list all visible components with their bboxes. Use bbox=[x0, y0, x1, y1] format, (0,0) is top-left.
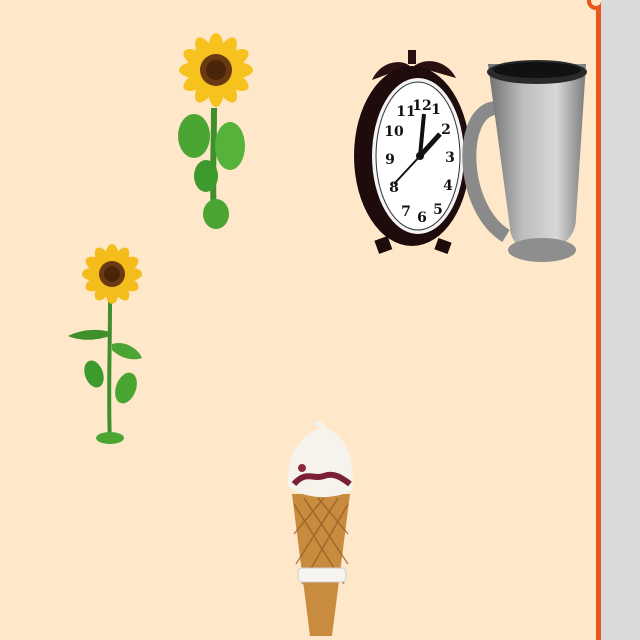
clock-numeral: 9 bbox=[385, 152, 395, 168]
clock-numeral: 11 bbox=[396, 104, 415, 120]
clock-numeral: 1 bbox=[431, 102, 441, 118]
clock-numeral: 2 bbox=[441, 122, 451, 138]
alarm-clock-icon[interactable]: 12 1 2 3 4 5 6 7 8 9 10 11 bbox=[352, 44, 472, 258]
clock-numeral: 5 bbox=[433, 202, 443, 218]
clock-numeral: 4 bbox=[443, 178, 453, 194]
clock-numeral: 7 bbox=[401, 204, 411, 220]
clock-numeral: 3 bbox=[445, 150, 455, 166]
clock-numeral: 8 bbox=[389, 180, 399, 196]
sunflower-icon[interactable] bbox=[66, 232, 146, 448]
clock-numeral: 10 bbox=[384, 124, 404, 140]
ice-cream-cone-icon[interactable] bbox=[284, 421, 358, 640]
clock-numeral: 6 bbox=[417, 210, 427, 226]
side-panel bbox=[601, 0, 640, 640]
sunflower-icon[interactable] bbox=[176, 18, 254, 232]
mug-icon[interactable] bbox=[462, 58, 590, 274]
sticker-canvas[interactable]: 12 1 2 3 4 5 6 7 8 9 10 11 bbox=[0, 0, 597, 640]
